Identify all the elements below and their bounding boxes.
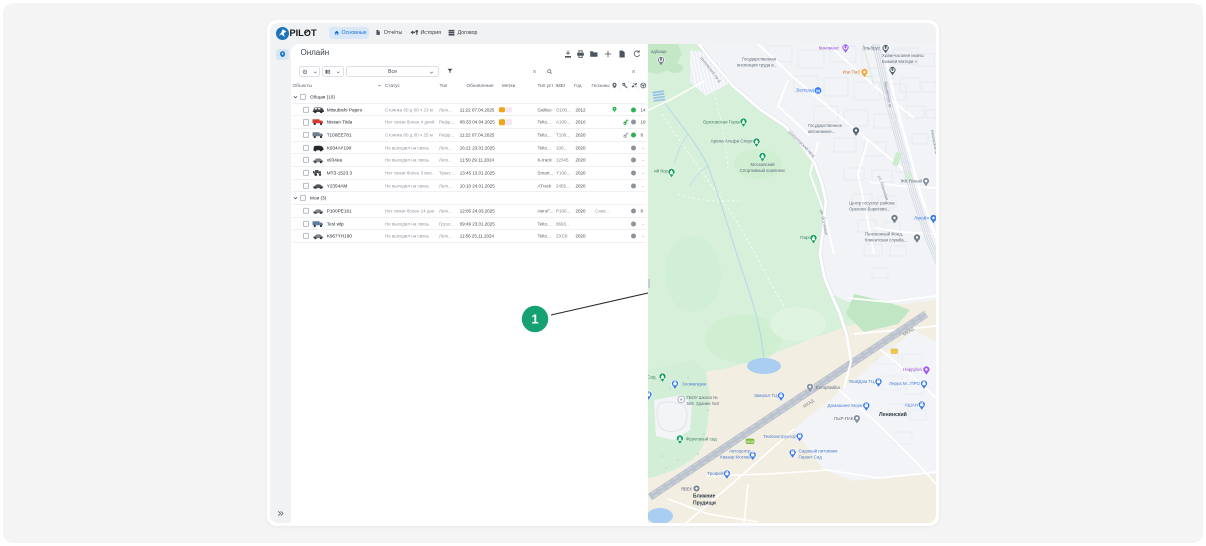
svg-text:508. Здание №3: 508. Здание №3 <box>687 401 720 406</box>
svg-text:Автоцентр: Автоцентр <box>729 448 751 453</box>
svg-text:Фруктовый сад: Фруктовый сад <box>686 436 717 441</box>
svg-text:Зоомагазин: Зоомагазин <box>682 381 707 386</box>
svg-text:Белград: Белград <box>796 87 814 92</box>
svg-text:ЖК Ясный: ЖК Ясный <box>901 178 923 183</box>
svg-text:Домашнее Море: Домашнее Море <box>828 403 863 408</box>
svg-text:Государственное: Государственное <box>808 123 843 128</box>
svg-text:M: M <box>816 88 820 93</box>
svg-text:Ближние: Ближние <box>693 493 715 499</box>
svg-text:1: 1 <box>531 312 538 327</box>
svg-text:Evroplastika: Evroplastika <box>816 385 840 390</box>
svg-text:инспекция труда в..: инспекция труда в.. <box>737 62 776 67</box>
svg-text:адбище: адбище <box>651 49 667 54</box>
svg-text:Лукойл: Лукойл <box>914 214 929 220</box>
svg-text:Гарант Сад: Гарант Сад <box>799 454 823 459</box>
svg-text:Киномакс: Киномакс <box>819 45 840 50</box>
svg-text:Ленинский: Ленинский <box>879 411 907 418</box>
svg-text:Happylon: Happylon <box>903 367 923 372</box>
svg-text:автономное...: автономное... <box>808 129 835 134</box>
svg-text:Орехово-Борисово...: Орехово-Борисово... <box>849 206 890 211</box>
svg-text:Государственная: Государственная <box>742 56 777 61</box>
svg-text:АШАН: АШАН <box>905 402 918 407</box>
svg-text:ГБОУ Школа №: ГБОУ Школа № <box>687 395 719 400</box>
svg-text:ПыР-ПАК: ПыР-ПАК <box>834 416 854 421</box>
svg-text:Садовый питомник: Садовый питомник <box>799 448 838 453</box>
svg-text:Эмерал ТЦ: Эмерал ТЦ <box>754 393 778 398</box>
svg-text:Леруа М...ПРО: Леруа М...ПРО <box>889 381 920 386</box>
svg-text:ТехКонструктор: ТехКонструктор <box>763 434 796 439</box>
svg-text:Сад: Сад <box>648 374 656 379</box>
svg-text:Арена Альфа Спорт: Арена Альфа Спорт <box>711 138 753 143</box>
svg-text:Спортивный комплекс: Спортивный комплекс <box>740 168 786 173</box>
svg-text:Клиентская служба...: Клиентская служба... <box>865 237 907 242</box>
svg-text:Трофей: Трофей <box>707 470 724 476</box>
svg-text:Прудищи: Прудищи <box>693 500 716 506</box>
svg-text:Московский: Московский <box>750 162 775 167</box>
svg-text:Центр госуслуг района: Центр госуслуг района <box>849 200 895 205</box>
svg-text:ТвойДом ТЦ: ТвойДом ТЦ <box>849 378 876 384</box>
svg-text:ий бор: ий бор <box>654 167 668 173</box>
svg-text:Храм-часовня иконы: Храм-часовня иконы <box>882 53 924 58</box>
svg-text:Парк: Парк <box>800 235 810 240</box>
svg-text:Изи Паб: Изи Паб <box>843 69 861 74</box>
svg-text:М118: М118 <box>746 439 754 443</box>
svg-text:Эльбрус: Эльбрус <box>862 45 881 50</box>
svg-text:Квазар Москва: Квазар Москва <box>720 454 751 459</box>
svg-text:Божией Матери «: Божией Матери « <box>882 59 918 64</box>
svg-text:Пенсионный Фонд,: Пенсионный Фонд, <box>865 231 903 236</box>
svg-text:ЯВЕК: ЯВЕК <box>681 486 693 491</box>
svg-text:Ореховская Горка: Ореховская Горка <box>703 119 741 124</box>
